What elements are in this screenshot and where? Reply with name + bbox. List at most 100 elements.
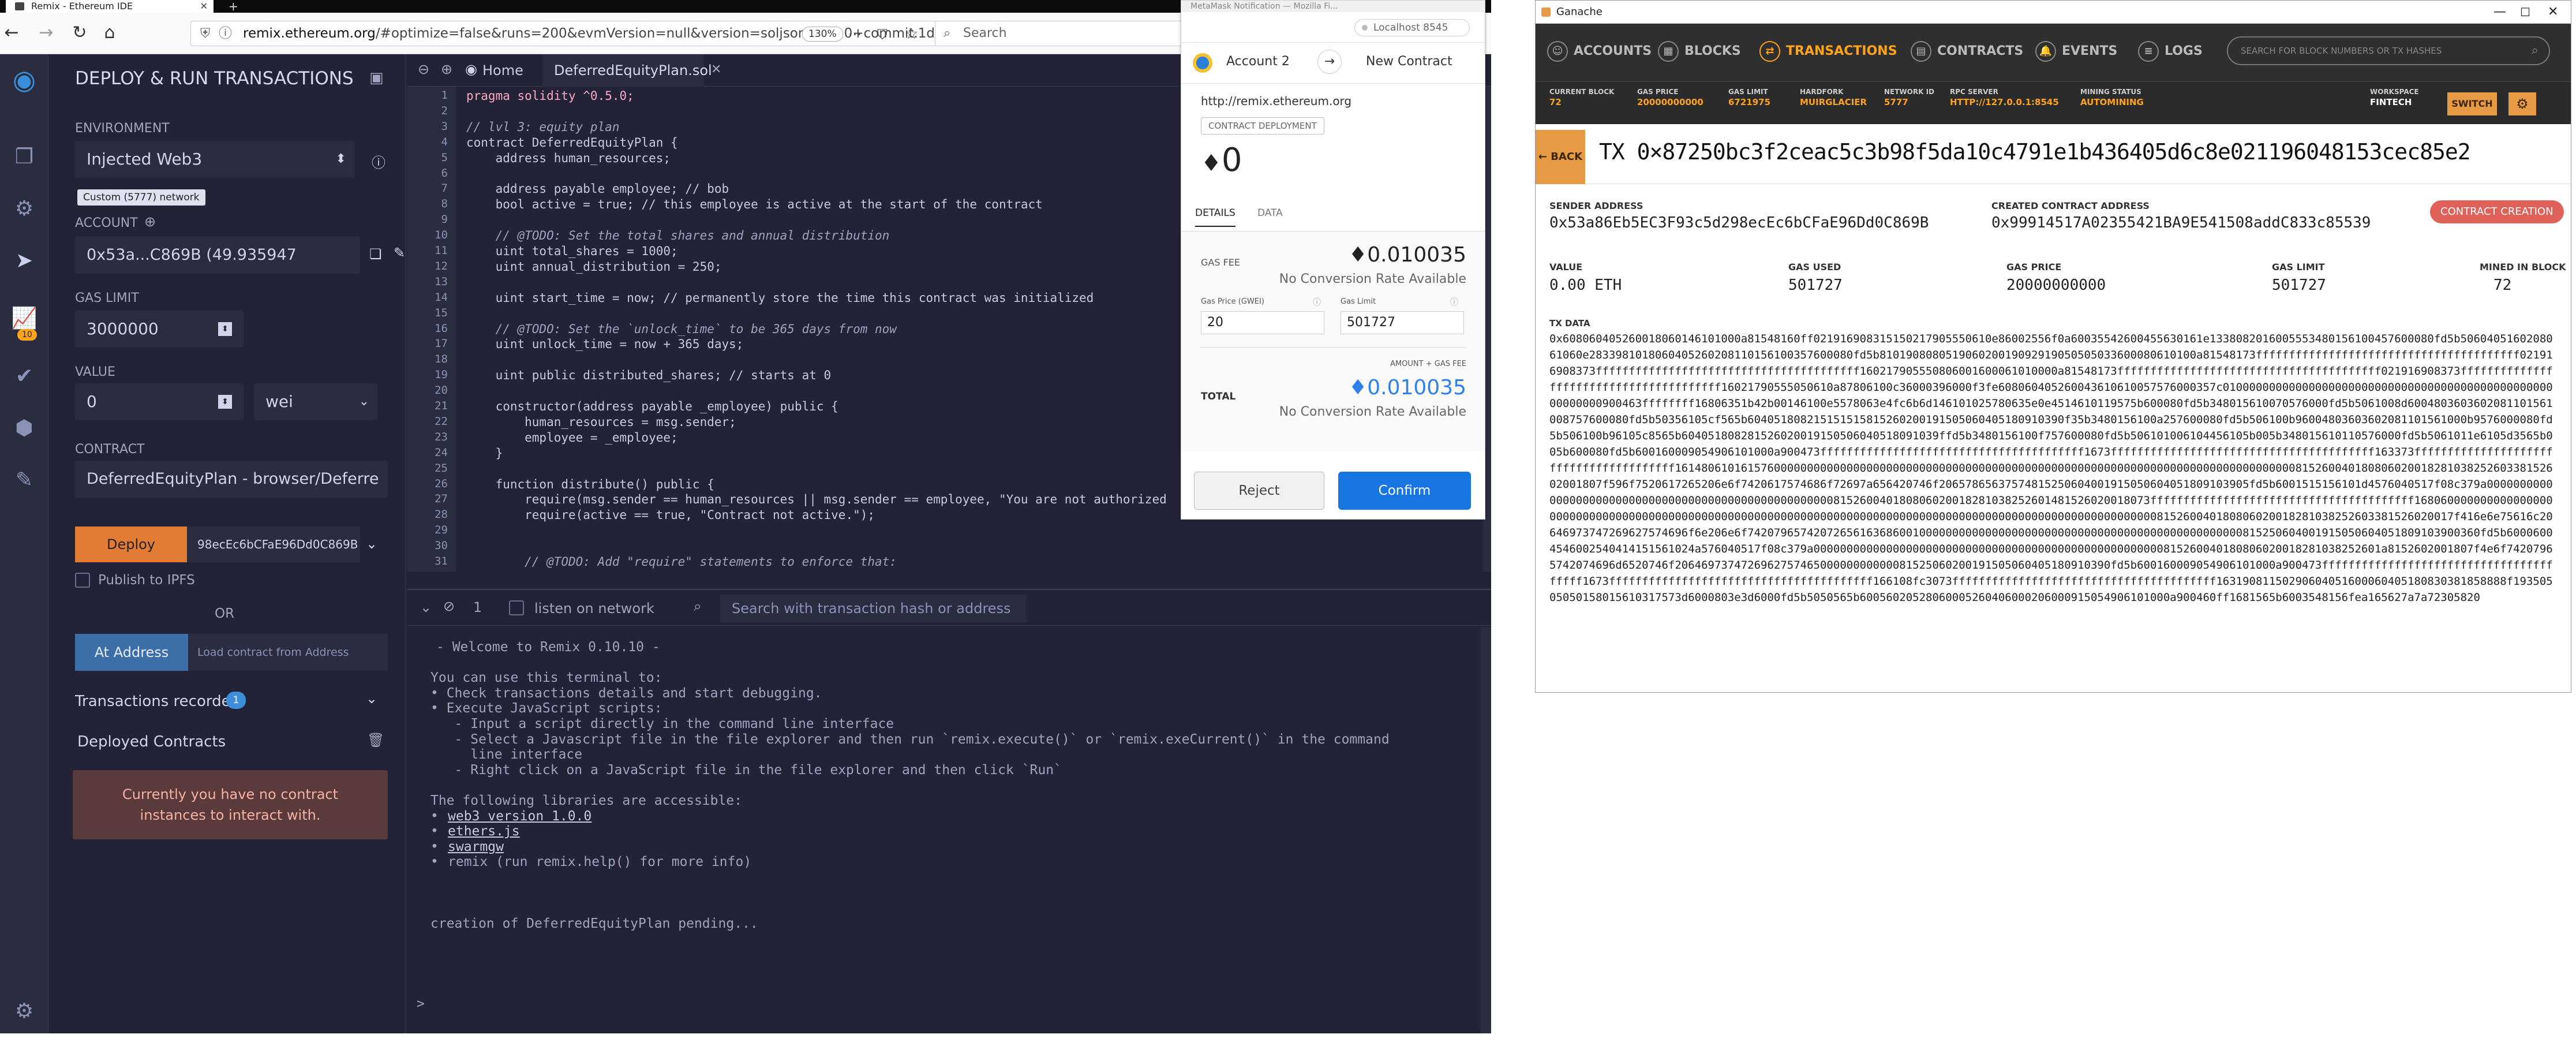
file-explorer-icon[interactable]: ❐ <box>8 141 40 173</box>
status-network-id: NETWORK ID 5777 <box>1884 88 1935 107</box>
back-button[interactable]: ← BACK <box>1536 130 1585 184</box>
confirm-button[interactable]: Confirm <box>1338 472 1471 510</box>
contract-creation-badge: CONTRACT CREATION <box>2430 200 2564 223</box>
publish-ipfs-checkbox[interactable] <box>75 573 90 588</box>
nav-blocks[interactable]: ▦ BLOCKS <box>1658 40 1741 63</box>
terminal-line[interactable]: ethers.js <box>448 824 520 839</box>
transactions-recorded-label[interactable]: Transactions recorded <box>75 693 240 710</box>
terminal-line[interactable]: web3 version 1.0.0 <box>448 809 591 824</box>
browser-tab-remix[interactable]: Remix - Ethereum IDE ✕ <box>6 0 214 13</box>
value-input[interactable]: 0 ⬍ <box>75 383 244 420</box>
reject-button[interactable]: Reject <box>1194 472 1324 510</box>
edit-icon[interactable]: ✎ <box>394 245 405 261</box>
testing-icon[interactable]: ✔ <box>8 360 40 393</box>
gas-limit-info-icon[interactable]: ⓘ <box>1450 296 1458 308</box>
back-icon[interactable]: ← <box>0 18 23 47</box>
code-line: require(active == true, "Contract not ac… <box>466 508 875 522</box>
maximize-icon[interactable]: ☐ <box>2520 1 2530 24</box>
switch-workspace-button[interactable]: SWITCH <box>2447 92 2497 115</box>
browser-search-input[interactable]: ⌕ Search <box>935 21 1189 46</box>
nav-contracts[interactable]: ▤ CONTRACTS <box>1911 40 2023 63</box>
forward-icon[interactable]: → <box>35 18 58 47</box>
add-account-icon[interactable]: ⊕ <box>144 214 156 230</box>
nav-logs[interactable]: ≡ LOGS <box>2138 40 2203 63</box>
transactions-count-badge: 1 <box>226 692 246 709</box>
home-tab-icon[interactable]: ◉ <box>465 61 477 77</box>
pocket-icon[interactable]: ⛉ <box>877 27 888 43</box>
terminal-line: - Welcome to Remix 0.10.10 - <box>436 640 660 655</box>
reload-icon[interactable]: ↻ <box>68 18 91 47</box>
nav-events[interactable]: 🔔 EVENTS <box>2035 40 2117 63</box>
solidity-compiler-icon[interactable]: ⚙ <box>8 193 40 225</box>
value-unit-select[interactable]: wei ⌄ <box>254 383 377 420</box>
zoom-out-icon[interactable]: ⊖ <box>418 61 429 77</box>
nav-transactions[interactable]: ⇄ TRANSACTIONS <box>1759 40 1897 63</box>
terminal-line[interactable]: swarmgw <box>448 839 504 854</box>
contract-deployment-badge: CONTRACT DEPLOYMENT <box>1201 117 1324 135</box>
zoom-in-icon[interactable]: ⊕ <box>441 61 452 77</box>
expand-chevron-icon[interactable]: ⌄ <box>366 536 377 552</box>
remix-logo-icon[interactable]: ◉ <box>8 64 40 96</box>
tab-home[interactable]: Home <box>482 62 523 79</box>
debugger-icon[interactable]: ✎ <box>8 464 40 496</box>
created-contract-address: 0x99914517A02355421BA9E541508addC833c855… <box>1991 214 2371 231</box>
gas-price: 20000000000 <box>2006 277 2106 294</box>
zoom-level[interactable]: 130% <box>802 27 843 42</box>
copy-icon[interactable]: ❏ <box>369 246 382 262</box>
tab-deferred-equity-plan[interactable]: DeferredEquityPlan.sol ✕ <box>542 54 721 87</box>
terminal-search-input[interactable]: Search with transaction hash or address <box>720 595 1026 622</box>
spinner-icon[interactable]: ⬍ <box>218 322 232 336</box>
gas-limit-input[interactable]: 3000000 ⬍ <box>75 311 244 348</box>
bookmark-star-icon[interactable]: ☆ <box>905 25 918 43</box>
environment-label: ENVIRONMENT <box>75 121 170 136</box>
select-caret-icon: ⬍ <box>335 152 346 166</box>
listen-network-checkbox[interactable] <box>509 600 524 615</box>
load-contract-input[interactable]: Load contract from Address <box>188 634 388 671</box>
sender-address-label: SENDER ADDRESS <box>1549 200 1643 211</box>
close-tab-icon[interactable]: ✕ <box>200 0 208 13</box>
nav-accounts[interactable]: ☺ ACCOUNTS <box>1547 40 1652 63</box>
home-icon[interactable]: ⌂ <box>98 18 121 47</box>
plugin-icon[interactable]: ⬢ <box>8 412 40 445</box>
select-caret-icon: ⌄ <box>358 394 369 409</box>
new-tab-icon[interactable]: + <box>229 0 238 13</box>
environment-info-icon[interactable]: ⓘ <box>372 151 385 171</box>
deploy-args-input[interactable]: 98ecEc6bCFaE96Dd0C869B <box>187 526 360 562</box>
gas-limit-input[interactable]: 501727 <box>1341 311 1464 334</box>
chevron-down-icon[interactable]: ⌄ <box>366 690 377 707</box>
gas-limit-label: Gas Limit <box>1341 297 1376 306</box>
settings-gear-icon[interactable]: ⚙ <box>8 995 40 1028</box>
tab-data[interactable]: DATA <box>1257 207 1283 219</box>
trash-icon[interactable]: 🗑 <box>367 732 384 748</box>
deployed-contracts-label: Deployed Contracts <box>77 733 226 750</box>
ganache-search-input[interactable]: SEARCH FOR BLOCK NUMBERS OR TX HASHES ⌕ <box>2227 36 2550 65</box>
transactions-icon: ⇄ <box>1759 41 1780 62</box>
contract-select[interactable]: DeferredEquityPlan - browser/Deferre <box>75 461 388 498</box>
collapse-terminal-icon[interactable]: ⌄ <box>420 599 432 615</box>
origin-url: http://remix.ethereum.org <box>1201 94 1352 108</box>
close-tab-icon[interactable]: ✕ <box>711 62 721 77</box>
spinner-icon[interactable]: ⬍ <box>218 395 232 409</box>
settings-gear-icon[interactable]: ⚙ <box>2508 92 2536 115</box>
network-indicator[interactable]: Localhost 8545 <box>1354 19 1470 36</box>
account-select[interactable]: 0x53a...C869B (49.935947 <box>75 237 360 274</box>
environment-select[interactable]: Injected Web3 ⬍ <box>75 141 354 178</box>
tab-details[interactable]: DETAILS <box>1195 207 1235 227</box>
gas-price-info-icon[interactable]: ⓘ <box>1313 296 1321 308</box>
close-window-icon[interactable]: ✕ <box>2548 1 2558 24</box>
terminal-line: line interface <box>430 747 583 763</box>
terminal-output[interactable]: - Welcome to Remix 0.10.10 - You can use … <box>407 627 1491 1033</box>
panel-docs-icon[interactable]: ▣ <box>369 69 384 87</box>
minimize-icon[interactable]: — <box>2493 1 2506 24</box>
gas-price-input[interactable]: 20 <box>1201 311 1324 334</box>
gas-price-label: GAS PRICE <box>2006 262 2062 272</box>
terminal-scrollbar[interactable] <box>1481 627 1491 1033</box>
terminal-line: > <box>417 996 425 1011</box>
deploy-button[interactable]: Deploy <box>75 526 187 562</box>
page-actions-icon[interactable]: ··· <box>848 27 862 43</box>
deploy-run-icon[interactable]: ➤ <box>8 245 40 277</box>
at-address-button[interactable]: At Address <box>75 634 188 671</box>
code-line: // @TODO: Set the total shares and annua… <box>466 229 890 243</box>
tx-value: 0.00 ETH <box>1549 277 1622 294</box>
clear-terminal-icon[interactable]: ⊘ <box>443 598 455 614</box>
